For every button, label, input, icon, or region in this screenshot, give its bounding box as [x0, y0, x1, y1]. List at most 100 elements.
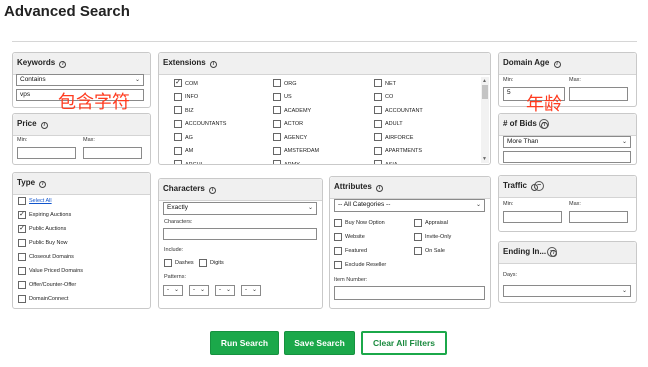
info-icon[interactable]: i [39, 181, 47, 188]
extension-checkbox[interactable] [273, 119, 281, 128]
traffic-panel: Traffic i − Min: Max: [498, 175, 637, 232]
extension-checkbox[interactable] [374, 146, 382, 155]
days-label: Days: [503, 272, 518, 278]
extension-checkbox[interactable] [374, 92, 382, 101]
attributes-title: Attributes [334, 182, 372, 191]
extension-checkbox[interactable] [374, 119, 382, 128]
type-checkbox[interactable] [18, 281, 26, 289]
item-number-input[interactable] [334, 286, 485, 300]
attribute-label: On Sale [425, 248, 445, 254]
traffic-max-label: Max: [569, 201, 581, 207]
attribute-checkbox[interactable] [414, 233, 422, 241]
bids-value-input[interactable] [503, 151, 631, 163]
extension-checkbox[interactable] [273, 160, 281, 164]
traffic-min-label: Min: [503, 201, 514, 207]
type-checkbox[interactable]: ✓ [18, 225, 26, 233]
divider [12, 41, 637, 42]
pattern-select[interactable]: - ⌄ [189, 285, 209, 296]
type-label: Expiring Auctions [29, 212, 72, 218]
chevron-down-icon: ⌄ [251, 287, 257, 293]
keywords-annotation: 包含字符 [58, 92, 130, 113]
scroll-thumb[interactable] [482, 85, 488, 99]
type-title: Type [17, 178, 36, 187]
dashes-label: Dashes [175, 260, 194, 266]
price-min-input[interactable] [17, 147, 76, 159]
extension-checkbox[interactable] [273, 133, 281, 141]
characters-mode-select[interactable]: Exactly ⌄ [163, 202, 317, 215]
type-checkbox[interactable] [18, 239, 26, 247]
chevron-down-icon: ⌄ [621, 139, 627, 145]
scroll-up-icon[interactable]: ▲ [482, 78, 487, 84]
type-checkbox[interactable] [18, 253, 26, 261]
category-select[interactable]: -- All Categories -- ⌄ [334, 199, 485, 212]
domain-age-annotation: 年龄 [526, 94, 562, 115]
keywords-title: Keywords [17, 58, 56, 67]
extension-checkbox[interactable] [174, 106, 182, 114]
info-icon[interactable]: i [553, 61, 561, 68]
extension-checkbox[interactable] [273, 106, 281, 114]
domain-age-title: Domain Age [503, 58, 550, 67]
extension-label: ACTOR [284, 121, 304, 127]
attribute-label: Invite-Only [425, 234, 452, 240]
extension-label: AG [185, 134, 193, 141]
attribute-checkbox[interactable] [334, 219, 342, 227]
minus-circle-icon[interactable]: − [534, 181, 544, 191]
attribute-checkbox[interactable] [414, 219, 422, 227]
extension-checkbox[interactable] [374, 160, 382, 164]
characters-label: Characters: [164, 219, 193, 225]
minus-circle-icon[interactable]: − [539, 119, 549, 129]
extension-checkbox[interactable] [174, 92, 182, 101]
characters-input[interactable] [163, 228, 317, 240]
domain-age-max-input[interactable] [569, 87, 628, 101]
extension-checkbox[interactable] [374, 133, 382, 141]
info-icon[interactable]: i [376, 185, 384, 192]
type-checkbox[interactable] [18, 295, 26, 303]
dashes-checkbox[interactable] [164, 259, 172, 267]
extension-checkbox[interactable] [174, 133, 182, 141]
type-checkbox[interactable] [18, 267, 26, 275]
traffic-max-input[interactable] [569, 211, 628, 223]
extension-checkbox[interactable] [374, 106, 382, 114]
select-all-link[interactable]: Select All [29, 198, 52, 204]
select-all-checkbox[interactable] [18, 197, 26, 205]
info-icon[interactable]: i [209, 61, 217, 68]
pattern-select[interactable]: - ⌄ [163, 285, 183, 296]
extension-checkbox[interactable] [174, 146, 182, 155]
extension-checkbox[interactable] [273, 92, 281, 101]
attribute-checkbox[interactable] [334, 233, 342, 241]
chevron-down-icon: ⌄ [621, 288, 627, 294]
extension-checkbox[interactable] [374, 79, 382, 87]
digits-checkbox[interactable] [199, 259, 207, 267]
digits-label: Digits [210, 260, 224, 266]
extension-label: INFO [185, 94, 199, 100]
info-icon[interactable]: i [209, 187, 217, 194]
extension-checkbox[interactable]: ✓ [174, 79, 182, 87]
clear-filters-button[interactable]: Clear All Filters [361, 331, 447, 355]
extensions-scrollbar[interactable]: ▲ ▼ [481, 77, 489, 163]
pattern-select[interactable]: - ⌄ [241, 285, 261, 296]
extension-checkbox[interactable] [273, 146, 281, 155]
traffic-min-input[interactable] [503, 211, 562, 223]
extension-checkbox[interactable] [273, 79, 281, 87]
extension-label: ACCOUNTANT [385, 107, 423, 114]
save-search-button[interactable]: Save Search [284, 331, 355, 355]
extensions-panel: Extensions i ✓ COM INFO BIZ ACCOUNTANTS AG AM A… [158, 52, 491, 165]
run-search-button[interactable]: Run Search [210, 331, 279, 355]
extension-checkbox[interactable] [174, 119, 182, 128]
price-min-label: Min: [17, 137, 28, 143]
price-max-input[interactable] [83, 147, 142, 159]
pattern-select[interactable]: - ⌄ [215, 285, 235, 296]
days-select[interactable]: ⌄ [503, 285, 631, 297]
bids-mode-select[interactable]: More Than ⌄ [503, 136, 631, 148]
info-icon[interactable]: i [40, 122, 48, 129]
minus-circle-icon[interactable]: − [547, 247, 557, 257]
info-icon[interactable]: i [59, 61, 67, 68]
keywords-match-select[interactable]: Contains ⌄ [16, 74, 144, 86]
attribute-label: Website [345, 234, 365, 240]
extension-checkbox[interactable] [174, 160, 182, 164]
attribute-checkbox[interactable] [414, 247, 422, 255]
attribute-checkbox[interactable] [334, 261, 342, 269]
attribute-checkbox[interactable] [334, 247, 342, 255]
scroll-down-icon[interactable]: ▼ [482, 156, 487, 162]
type-checkbox[interactable]: ✓ [18, 211, 26, 219]
